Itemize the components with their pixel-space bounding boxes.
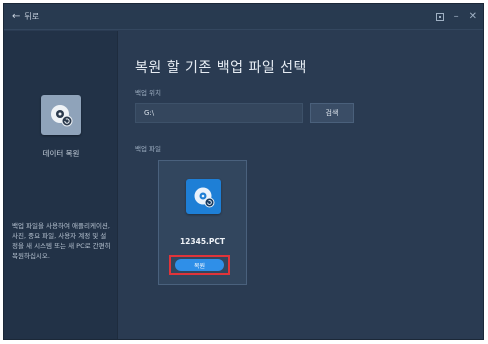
backup-file-name: 12345.PCT — [179, 237, 226, 246]
minimize-icon[interactable]: – — [454, 11, 459, 22]
backup-disk-icon — [186, 179, 221, 214]
backup-file-card[interactable]: 12345.PCT 복원 — [158, 160, 247, 285]
sidebar: 데이터 복원 백업 파일을 사용하여 애플리케이션, 사진, 중요 파일, 사용… — [4, 31, 118, 339]
sidebar-description: 백업 파일을 사용하여 애플리케이션, 사진, 중요 파일, 사용자 계정 및 … — [12, 222, 111, 260]
restore-highlight: 복원 — [169, 255, 230, 275]
search-button[interactable]: 검색 — [310, 103, 354, 123]
backup-files-label: 백업 파일 — [135, 145, 161, 153]
data-restore-disk-icon — [41, 95, 81, 135]
back-button[interactable]: ← 뒤로 — [12, 11, 39, 22]
sidebar-title: 데이터 복원 — [42, 149, 80, 158]
close-icon[interactable]: ✕ — [469, 11, 477, 22]
titlebar: ← 뒤로 – ✕ — [4, 4, 483, 30]
arrow-left-icon: ← — [12, 10, 21, 22]
restore-button[interactable]: 복원 — [175, 259, 224, 271]
backup-location-field[interactable] — [135, 103, 303, 123]
main-panel: 복원 할 기존 백업 파일 선택 백업 위치 검색 백업 파일 12345.PC… — [119, 31, 483, 339]
window-controls: – ✕ — [435, 11, 477, 22]
app-window: ← 뒤로 – ✕ 데이터 복원 백업 파일을 사용하여 애플리케이션, 사진, … — [3, 3, 484, 340]
restore-box-icon[interactable] — [435, 12, 444, 21]
backup-location-label: 백업 위치 — [135, 89, 161, 97]
back-label: 뒤로 — [24, 12, 40, 21]
page-title: 복원 할 기존 백업 파일 선택 — [135, 60, 307, 76]
